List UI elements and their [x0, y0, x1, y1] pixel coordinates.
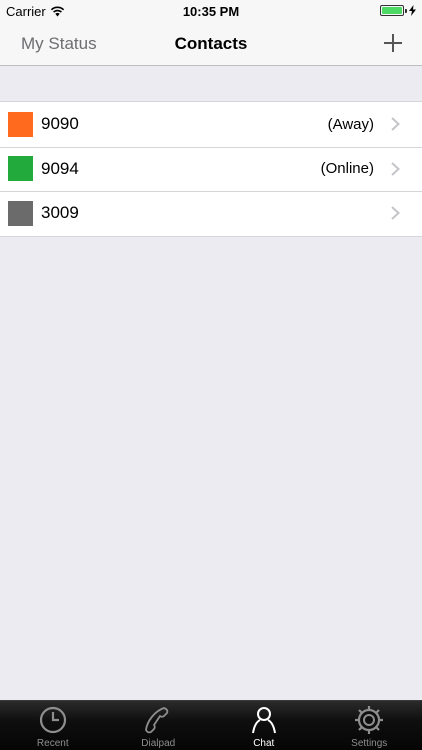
page-title: Contacts: [174, 34, 248, 53]
chevron-right-icon: [391, 162, 400, 176]
navigation-bar: My Status Contacts: [0, 22, 422, 66]
tab-label: Dialpad: [141, 738, 176, 749]
battery-icon: [380, 5, 404, 16]
contact-row[interactable]: 9090 (Away): [0, 102, 422, 147]
tab-recent[interactable]: Recent: [0, 701, 106, 750]
tab-settings[interactable]: Settings: [317, 701, 422, 750]
tab-bar: Recent Dialpad Chat Settings: [0, 700, 422, 750]
contact-list: 9090 (Away) 9094 (Online) 3009: [0, 101, 422, 237]
tab-chat[interactable]: Chat: [211, 701, 317, 750]
tab-dialpad[interactable]: Dialpad: [106, 701, 212, 750]
battery-indicator: [380, 5, 416, 16]
contact-status: (Online): [320, 160, 374, 178]
clock-icon: [39, 706, 66, 734]
battery-fill: [382, 7, 402, 14]
status-color-swatch: [8, 200, 33, 226]
contact-name: 3009: [41, 203, 79, 223]
contact-name: 9094: [41, 158, 79, 178]
gear-icon: [355, 706, 384, 734]
contact-name: 9090: [41, 114, 79, 134]
tab-label: Recent: [36, 738, 69, 749]
tab-label: Settings: [351, 738, 388, 749]
chevron-right-icon: [391, 206, 400, 220]
status-color-swatch: [8, 111, 33, 137]
person-icon: [251, 707, 276, 734]
contact-status: (Away): [327, 115, 374, 133]
tab-label: Chat: [253, 738, 275, 749]
phone-icon: [145, 707, 169, 734]
chevron-right-icon: [391, 117, 400, 131]
contact-row[interactable]: 9094 (Online): [0, 146, 422, 192]
charging-bolt-icon: [409, 5, 416, 16]
plus-icon[interactable]: [382, 32, 404, 54]
status-color-swatch: [8, 156, 33, 182]
status-bar: Carrier 10:35 PM: [0, 0, 422, 22]
contact-row[interactable]: 3009: [0, 191, 422, 236]
clock-time: 10:35 PM: [182, 4, 240, 19]
